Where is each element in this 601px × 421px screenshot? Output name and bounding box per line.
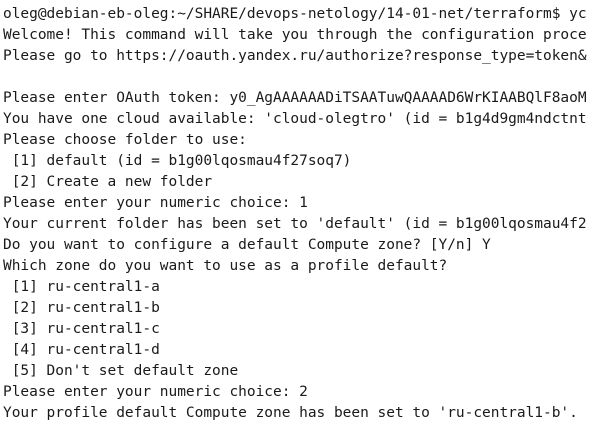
zone-option-4: [4] ru-central1-d (3, 342, 160, 358)
oauth-token-line: Please enter OAuth token: y0_AgAAAAAADiT… (3, 90, 587, 106)
terminal-output[interactable]: oleg@debian-eb-oleg:~/SHARE/devops-netol… (3, 4, 601, 421)
zone-option-3: [3] ru-central1-c (3, 321, 160, 337)
configure-zone-line: Do you want to configure a default Compu… (3, 237, 491, 253)
folder-option-2: [2] Create a new folder (3, 174, 213, 190)
prompt-line: oleg@debian-eb-oleg:~/SHARE/devops-netol… (3, 6, 587, 22)
zone-option-5: [5] Don't set default zone (3, 363, 239, 379)
oauth-url-line: Please go to https://oauth.yandex.ru/aut… (3, 48, 587, 64)
which-zone-line: Which zone do you want to use as a profi… (3, 258, 448, 274)
zone-option-1: [1] ru-central1-a (3, 279, 160, 295)
zone-set-line: Your profile default Compute zone has be… (3, 405, 578, 421)
welcome-line: Welcome! This command will take you thro… (3, 27, 587, 43)
choose-folder-line: Please choose folder to use: (3, 132, 247, 148)
folder-option-1: [1] default (id = b1g00lqosmau4f27soq7) (3, 153, 352, 169)
cloud-available-line: You have one cloud available: 'cloud-ole… (3, 111, 587, 127)
folder-set-line: Your current folder has been set to 'def… (3, 216, 587, 232)
zone-option-2: [2] ru-central1-b (3, 300, 160, 316)
folder-choice-line: Please enter your numeric choice: 1 (3, 195, 308, 211)
zone-choice-line: Please enter your numeric choice: 2 (3, 384, 308, 400)
